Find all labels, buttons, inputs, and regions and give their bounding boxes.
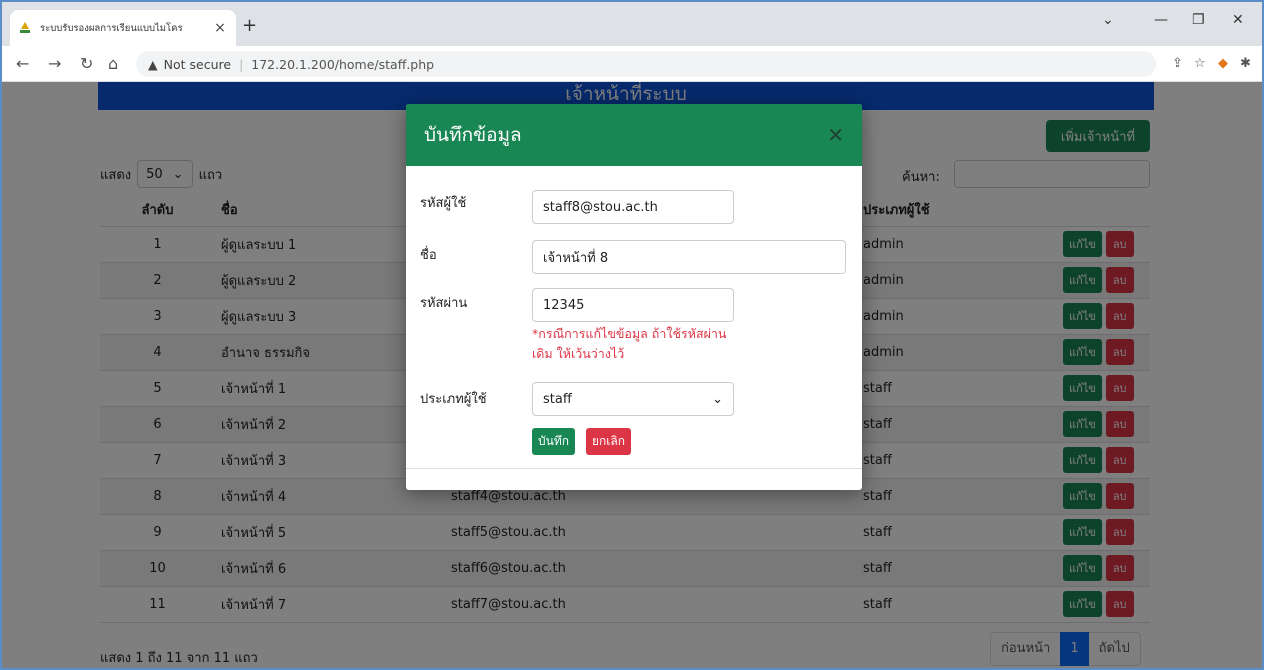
minimize-icon[interactable]: — xyxy=(1154,12,1168,28)
address-separator: | xyxy=(239,56,244,72)
browser-window: ระบบรับรองผลการเรียนแบบไมโคร × + ⌄ — ❐ ✕… xyxy=(0,0,1264,670)
new-tab-icon[interactable]: + xyxy=(242,15,257,36)
extensions-puzzle-icon[interactable]: ✱ xyxy=(1240,56,1251,71)
site-favicon-icon xyxy=(20,22,30,33)
chevron-down-icon: ⌄ xyxy=(712,391,723,407)
home-icon[interactable]: ⌂ xyxy=(108,54,118,73)
password-field[interactable]: 12345 xyxy=(532,288,734,322)
share-icon[interactable]: ⇪ xyxy=(1172,56,1183,71)
close-window-icon[interactable]: ✕ xyxy=(1232,12,1244,28)
usertype-label: ประเภทผู้ใช้ xyxy=(420,392,487,407)
dialog-footer xyxy=(406,468,862,469)
dialog-title: บันทึกข้อมูล xyxy=(424,124,522,146)
password-value: 12345 xyxy=(543,297,585,313)
warning-icon: ▲ xyxy=(148,56,158,72)
password-label: รหัสผ่าน xyxy=(420,296,468,311)
username-label: รหัสผู้ใช้ xyxy=(420,196,467,211)
usertype-value: staff xyxy=(543,391,572,407)
name-field[interactable]: เจ้าหน้าที่ 8 xyxy=(532,240,846,274)
save-dialog: บันทึกข้อมูล ✕ รหัสผู้ใช้ staff8@stou.ac… xyxy=(406,104,862,490)
cancel-button[interactable]: ยกเลิก xyxy=(586,428,632,455)
url-text: 172.20.1.200/home/staff.php xyxy=(251,56,435,72)
usertype-select[interactable]: staff ⌄ xyxy=(532,382,734,416)
reload-icon[interactable]: ↻ xyxy=(80,54,93,73)
browser-tab[interactable]: ระบบรับรองผลการเรียนแบบไมโคร × xyxy=(10,10,236,46)
name-label: ชื่อ xyxy=(420,248,437,263)
tab-strip: ระบบรับรองผลการเรียนแบบไมโคร × + ⌄ — ❐ ✕ xyxy=(2,2,1262,46)
forward-icon[interactable]: → xyxy=(48,54,61,73)
save-button[interactable]: บันทึก xyxy=(532,428,575,455)
tab-title: ระบบรับรองผลการเรียนแบบไมโคร xyxy=(40,22,183,34)
bookmark-star-icon[interactable]: ☆ xyxy=(1194,56,1206,71)
password-hint: *กรณีการแก้ไขข้อมูล ถ้าใช้รหัสผ่านเดิม ใ… xyxy=(532,326,727,361)
browser-toolbar: ← → ↻ ⌂ ▲ Not secure | 172.20.1.200/home… xyxy=(2,46,1262,82)
name-value: เจ้าหน้าที่ 8 xyxy=(543,250,609,266)
dialog-header: บันทึกข้อมูล ✕ xyxy=(406,104,862,166)
restore-icon[interactable]: ❐ xyxy=(1192,12,1205,28)
address-bar[interactable]: ▲ Not secure | 172.20.1.200/home/staff.p… xyxy=(136,51,1156,77)
tab-close-icon[interactable]: × xyxy=(212,20,228,36)
back-icon[interactable]: ← xyxy=(16,54,29,73)
close-icon[interactable]: ✕ xyxy=(827,123,844,147)
metamask-extension-icon[interactable]: ◆ xyxy=(1218,56,1228,71)
username-value: staff8@stou.ac.th xyxy=(543,199,658,215)
username-field[interactable]: staff8@stou.ac.th xyxy=(532,190,734,224)
not-secure-label: Not secure xyxy=(163,56,232,72)
tab-search-icon[interactable]: ⌄ xyxy=(1102,12,1114,28)
